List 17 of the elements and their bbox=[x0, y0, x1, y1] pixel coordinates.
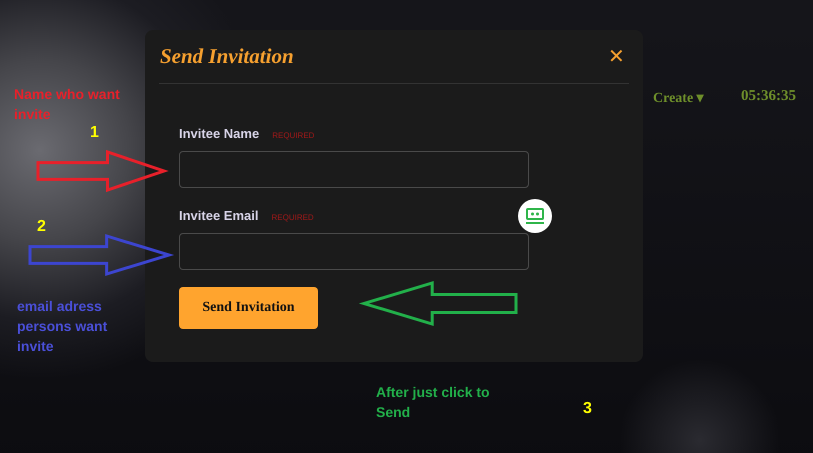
annotation-note: email adress persons want invite bbox=[17, 297, 108, 356]
dialog-title: Send Invitation bbox=[159, 44, 294, 69]
annotation-note: After just click to Send bbox=[376, 383, 491, 422]
field-label: Invitee Name bbox=[179, 126, 260, 141]
step-number: 3 bbox=[583, 400, 592, 418]
close-button[interactable]: ✕ bbox=[606, 44, 627, 69]
input-field[interactable] bbox=[179, 151, 529, 188]
required-tag: REQUIRED bbox=[272, 131, 314, 140]
field-label: Invitee Email bbox=[179, 208, 258, 223]
create-menu[interactable]: Create ▾ bbox=[653, 89, 704, 107]
annotation-note: Name who want invite bbox=[14, 85, 121, 124]
required-tag: REQUIRED bbox=[271, 213, 314, 222]
input-field[interactable] bbox=[179, 233, 529, 270]
step-number: 2 bbox=[37, 218, 46, 236]
send-invitation-button[interactable]: Send Invitation bbox=[179, 287, 318, 329]
clock-text: 05:36:35 bbox=[741, 88, 796, 105]
step-number: 1 bbox=[90, 124, 99, 142]
